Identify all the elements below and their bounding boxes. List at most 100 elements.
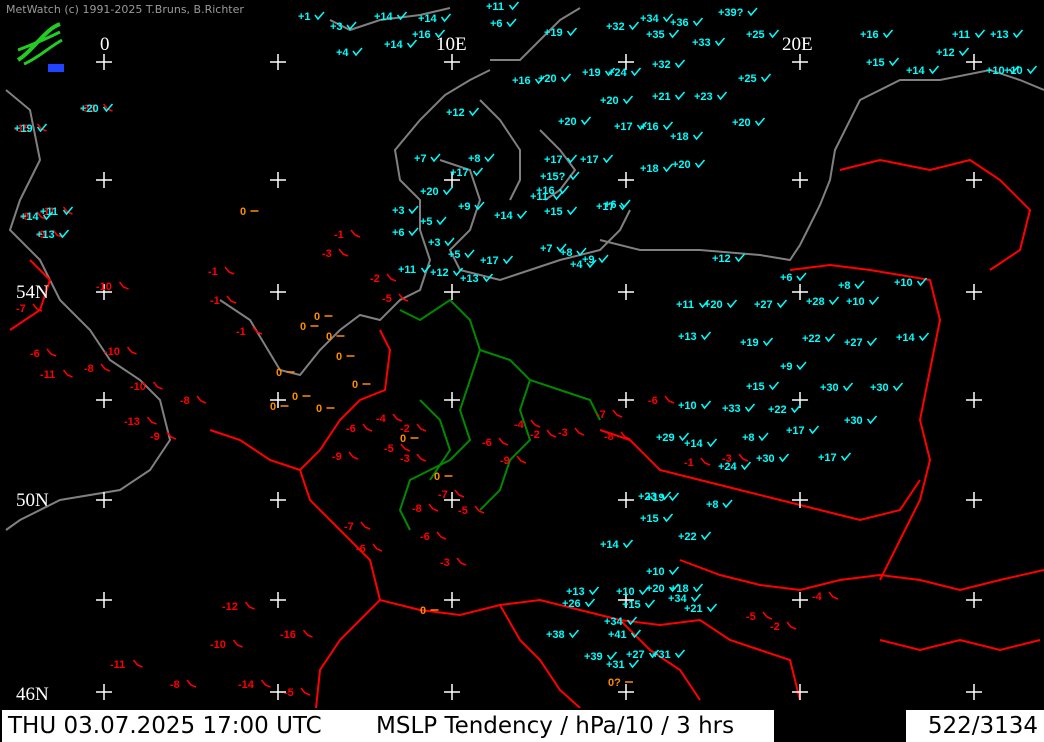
- tendency-symbol: [598, 254, 609, 264]
- tendency-symbol: [740, 461, 752, 471]
- tendency-value: +15?: [540, 171, 566, 183]
- tendency-value: +15: [640, 513, 659, 525]
- tendency-symbol: [560, 73, 572, 83]
- grid-cross: [966, 492, 982, 508]
- tendency-symbol: [302, 629, 313, 638]
- station-plot: 0: [292, 391, 311, 403]
- station-plot: +3: [428, 237, 455, 249]
- grid-cross: [792, 172, 808, 188]
- grid-cross: [618, 492, 634, 508]
- tendency-symbol: [662, 513, 674, 523]
- station-plot: -8: [604, 431, 631, 443]
- tendency-value: +1: [298, 11, 311, 23]
- station-plot: +3: [392, 205, 419, 217]
- tendency-symbol: [132, 659, 143, 668]
- station-plot: +15: [640, 513, 674, 525]
- tendency-symbol: [700, 531, 712, 541]
- tendency-value: +13: [460, 273, 479, 285]
- tendency-value: -2: [530, 429, 540, 441]
- tendency-symbol: [498, 437, 509, 446]
- tendency-symbol: [406, 39, 418, 49]
- station-plot: +11: [952, 29, 986, 41]
- tendency-symbol: [392, 413, 403, 422]
- tendency-value: +14: [20, 211, 40, 223]
- tendency-symbol: [644, 599, 656, 609]
- station-plot: +20: [558, 116, 592, 128]
- station-plot: +32: [606, 21, 640, 33]
- tendency-value: -3: [440, 557, 450, 569]
- tendency-value: +21: [684, 603, 703, 615]
- tendency-value: +20: [600, 95, 619, 107]
- tendency-value: 0: [420, 605, 426, 617]
- tendency-symbol: [186, 679, 197, 688]
- tendency-symbol: [226, 295, 237, 304]
- station-plot: +19: [740, 337, 774, 349]
- tendency-symbol: [440, 13, 452, 23]
- tendency-value: +24: [718, 461, 738, 473]
- tendency-value: +27: [626, 649, 645, 661]
- station-plot: +14: [418, 13, 452, 25]
- tendency-value: -7: [344, 521, 354, 533]
- tendency-value: +3: [428, 237, 441, 249]
- station-plot: +12: [430, 267, 464, 279]
- tendency-value: +10: [646, 566, 665, 578]
- tendency-symbol: [566, 154, 578, 164]
- tendency-symbol: [408, 227, 419, 237]
- tendency-value: +6: [780, 272, 793, 284]
- station-plot: +18: [640, 163, 674, 175]
- station-plot: -5: [458, 505, 485, 517]
- tendency-value: +35: [646, 29, 665, 41]
- tendency-value: +26: [562, 598, 581, 610]
- station-plot: +15: [622, 599, 656, 611]
- grid-cross: [966, 684, 982, 700]
- tendency-value: +20: [732, 117, 751, 129]
- station-plot: -6: [648, 395, 675, 407]
- station-plot: -6: [356, 543, 383, 555]
- tendency-value: -8: [180, 395, 190, 407]
- tendency-symbol: [126, 346, 137, 355]
- tendency-symbol: [580, 116, 592, 126]
- station-plot: -1: [334, 229, 361, 241]
- longitude-label: 10E: [436, 34, 467, 55]
- tendency-symbol: [588, 586, 600, 596]
- tendency-symbol: [602, 154, 614, 164]
- tendency-symbol: [484, 153, 495, 163]
- tendency-value: -7: [438, 489, 448, 501]
- station-plot: -12: [222, 601, 255, 613]
- tendency-value: -8: [84, 363, 94, 375]
- station-plot: +6: [392, 227, 419, 239]
- tendency-value: -10: [96, 281, 112, 293]
- tendency-symbol: [62, 369, 73, 378]
- tendency-value: +15: [622, 599, 641, 611]
- station-plot: +34: [640, 13, 674, 25]
- station-plot: +16: [860, 29, 894, 41]
- tendency-value: +11: [486, 1, 504, 13]
- station-plot: +27: [754, 299, 788, 311]
- station-plot: 0: [270, 401, 289, 413]
- parameter-label: MSLP Tendency / hPa/10 / 3 hrs: [372, 710, 774, 742]
- grid-cross: [444, 54, 460, 70]
- tendency-value: +3: [392, 205, 405, 217]
- tendency-symbol: [196, 395, 207, 404]
- station-plot: +31: [652, 649, 686, 661]
- tendency-symbol: [416, 423, 427, 432]
- tendency-value: +17: [614, 121, 633, 133]
- station-count: 522/3134: [906, 710, 1044, 742]
- station-plot: +8: [742, 432, 769, 444]
- tendency-value: -10: [130, 381, 146, 393]
- tendency-value: +23: [694, 91, 713, 103]
- tendency-value: +14: [906, 65, 926, 77]
- tendency-value: +11: [952, 29, 970, 41]
- tendency-symbol: [747, 7, 758, 17]
- longitude-label: 20E: [782, 34, 813, 55]
- tendency-symbol: [360, 521, 371, 530]
- tendency-value: +10: [846, 296, 865, 308]
- grid-cross: [966, 54, 982, 70]
- tendency-symbol: [502, 255, 514, 265]
- tendency-value: -3: [322, 248, 332, 260]
- station-plot: -8: [180, 395, 207, 407]
- tendency-value: +16: [512, 75, 531, 87]
- tendency-symbol: [630, 67, 642, 77]
- station-plot: -8: [84, 363, 111, 375]
- tendency-symbol: [868, 296, 880, 306]
